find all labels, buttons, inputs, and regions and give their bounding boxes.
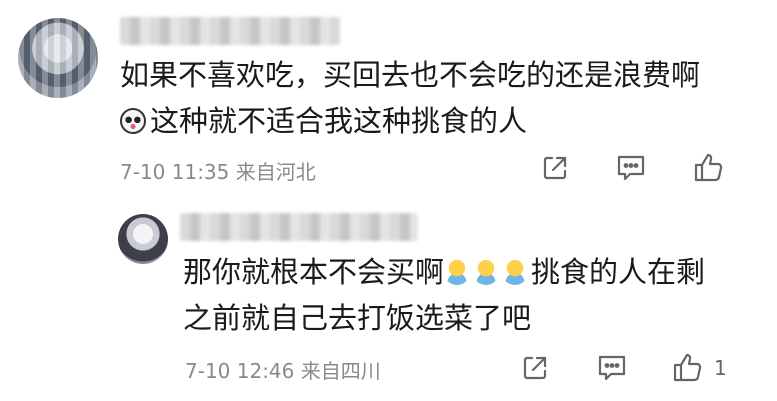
comment-line-1: 如果不喜欢吃，买回去也不会吃的还是浪费啊 bbox=[120, 58, 701, 92]
reply-line-1: 那你就根本不会买啊 挑食的人在剩 bbox=[183, 255, 706, 289]
comment-line-2: 这种就不适合我这种挑食的人 bbox=[120, 98, 760, 144]
comment-meta: 7-10 11:35 来自河北 bbox=[120, 160, 316, 184]
reply-like-icon[interactable] bbox=[672, 351, 704, 383]
reply-share-icon[interactable] bbox=[520, 353, 550, 383]
shrug-emoji-icon bbox=[473, 259, 500, 285]
like-count: 1 bbox=[714, 356, 727, 380]
shrug-emoji-icon bbox=[444, 259, 471, 285]
share-icon[interactable] bbox=[540, 153, 570, 183]
comment-icon[interactable] bbox=[615, 153, 647, 183]
like-icon[interactable] bbox=[693, 151, 725, 183]
reply-meta: 7-10 12:46 来自四川 bbox=[185, 359, 381, 383]
reply-line-2: 之前就自己去打饭选菜了吧 bbox=[183, 301, 532, 335]
reply-text: 那你就根本不会买啊 挑食的人在剩 之前就自己去打饭选菜了吧 bbox=[183, 249, 763, 341]
panda-emoji-icon bbox=[120, 108, 146, 134]
reply-username-masked[interactable] bbox=[180, 213, 418, 241]
reply-avatar[interactable] bbox=[118, 214, 168, 264]
shrug-emoji-icon bbox=[502, 259, 529, 285]
avatar[interactable] bbox=[18, 18, 98, 98]
username-masked[interactable] bbox=[120, 17, 340, 45]
comment-text: 如果不喜欢吃，买回去也不会吃的还是浪费啊 这种就不适合我这种挑食的人 bbox=[120, 52, 760, 144]
reply-comment-icon[interactable] bbox=[596, 353, 628, 383]
